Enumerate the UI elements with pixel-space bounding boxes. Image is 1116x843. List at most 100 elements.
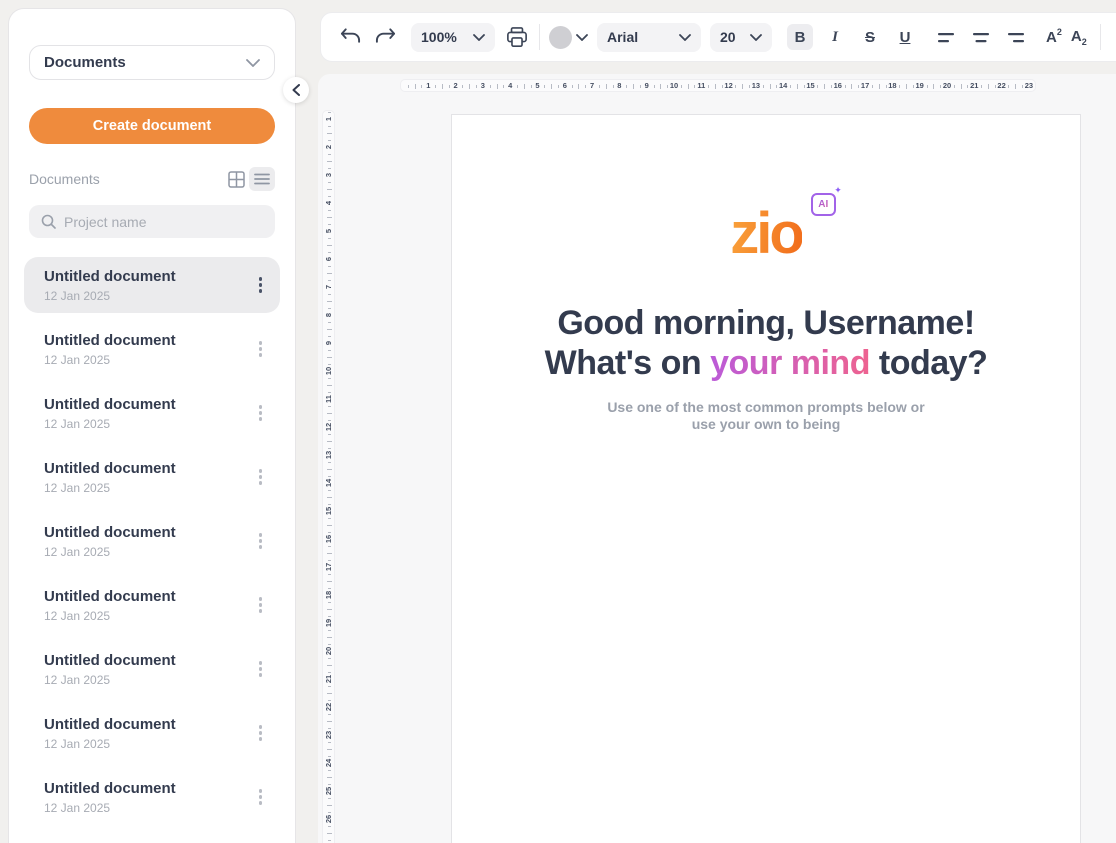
document-title: Untitled document (44, 523, 255, 543)
document-item-texts: Untitled document 12 Jan 2025 (44, 715, 255, 752)
superscript-base: A (1046, 29, 1057, 46)
font-size-select[interactable]: 20 (710, 23, 772, 52)
document-list-item[interactable]: Untitled document 12 Jan 2025 (24, 641, 280, 697)
document-date: 12 Jan 2025 (44, 609, 255, 624)
document-item-texts: Untitled document 12 Jan 2025 (44, 779, 255, 816)
chevron-down-icon (246, 59, 260, 67)
workspace-selector[interactable]: Documents (29, 45, 275, 80)
redo-icon (375, 28, 396, 46)
document-page[interactable]: zio AI ✦ Good morning, Username! What's … (451, 114, 1081, 843)
subscript-sub: 2 (1082, 37, 1087, 47)
undo-button[interactable] (337, 24, 363, 50)
document-date: 12 Jan 2025 (44, 417, 255, 432)
chevron-down-icon (473, 34, 485, 41)
document-date: 12 Jan 2025 (44, 289, 255, 304)
align-center-button[interactable] (968, 24, 994, 50)
document-title: Untitled document (44, 459, 255, 479)
sidebar-collapse-button[interactable] (283, 77, 309, 103)
document-menu-button[interactable] (255, 785, 267, 809)
sidebar: Documents Create document Documents Unti… (8, 8, 296, 843)
superscript-exp: 2 (1057, 27, 1062, 37)
zio-logo-text: zio (730, 201, 802, 266)
document-list-item[interactable]: Untitled document 12 Jan 2025 (24, 257, 280, 313)
document-menu-button[interactable] (255, 529, 267, 553)
document-list-item[interactable]: Untitled document 12 Jan 2025 (24, 385, 280, 441)
greeting-line2: What's on your mind today? (545, 343, 988, 383)
grid-view-icon (228, 171, 245, 188)
document-item-texts: Untitled document 12 Jan 2025 (44, 587, 255, 624)
color-swatch (549, 26, 572, 49)
chevron-left-icon (292, 84, 300, 96)
greeting-subtitle: Use one of the most common prompts below… (607, 399, 924, 433)
document-title: Untitled document (44, 779, 255, 799)
align-center-icon (972, 31, 990, 44)
document-title: Untitled document (44, 587, 255, 607)
toolbar-divider (539, 24, 540, 50)
document-title: Untitled document (44, 267, 255, 287)
chevron-down-icon (750, 34, 762, 41)
document-menu-button[interactable] (255, 273, 267, 297)
list-view-icon (254, 173, 270, 185)
grid-view-button[interactable] (223, 167, 249, 191)
document-date: 12 Jan 2025 (44, 353, 255, 368)
subtitle-line1: Use one of the most common prompts below… (607, 399, 924, 416)
search-input[interactable] (64, 214, 263, 230)
document-item-texts: Untitled document 12 Jan 2025 (44, 523, 255, 560)
horizontal-ruler: 1234567891011121314151617181920212223 (400, 79, 1036, 92)
chevron-down-icon (576, 34, 588, 41)
document-menu-button[interactable] (255, 337, 267, 361)
document-list-item[interactable]: Untitled document 12 Jan 2025 (24, 513, 280, 569)
document-menu-button[interactable] (255, 721, 267, 745)
document-date: 12 Jan 2025 (44, 545, 255, 560)
list-view-button[interactable] (249, 167, 275, 191)
greeting-heading: Good morning, Username! What's on your m… (545, 303, 988, 383)
document-menu-button[interactable] (255, 465, 267, 489)
document-item-texts: Untitled document 12 Jan 2025 (44, 459, 255, 496)
font-family-value: Arial (607, 29, 638, 45)
superscript-button[interactable]: A2 (1046, 29, 1062, 46)
document-list-item[interactable]: Untitled document 12 Jan 2025 (24, 321, 280, 377)
align-left-icon (937, 31, 955, 44)
toolbar-divider (1100, 24, 1101, 50)
align-left-button[interactable] (933, 24, 959, 50)
document-title: Untitled document (44, 651, 255, 671)
subtitle-line2: use your own to being (607, 416, 924, 433)
underline-button[interactable]: U (892, 24, 918, 50)
document-list-item[interactable]: Untitled document 12 Jan 2025 (24, 769, 280, 825)
zoom-select[interactable]: 100% (411, 23, 495, 52)
subscript-base: A (1071, 28, 1082, 45)
document-list-item[interactable]: Untitled document 12 Jan 2025 (24, 705, 280, 761)
strikethrough-button[interactable]: S (857, 24, 883, 50)
subscript-button[interactable]: A2 (1071, 28, 1087, 47)
page-content: zio AI ✦ Good morning, Username! What's … (452, 115, 1080, 433)
document-date: 12 Jan 2025 (44, 481, 255, 496)
font-family-select[interactable]: Arial (597, 23, 701, 52)
italic-button[interactable]: I (822, 24, 848, 50)
sparkle-icon: ✦ (834, 185, 842, 196)
documents-section-header: Documents (29, 167, 275, 191)
create-document-button[interactable]: Create document (29, 108, 275, 144)
document-menu-button[interactable] (255, 657, 267, 681)
bold-button[interactable]: B (787, 24, 813, 50)
greeting-line2-highlight: your mind (710, 344, 870, 382)
align-right-button[interactable] (1003, 24, 1029, 50)
print-button[interactable] (504, 24, 530, 50)
document-title: Untitled document (44, 395, 255, 415)
redo-button[interactable] (372, 24, 398, 50)
font-size-value: 20 (720, 29, 736, 45)
document-menu-button[interactable] (255, 593, 267, 617)
editor-canvas: 1234567891011121314151617181920212223 12… (318, 74, 1116, 843)
document-date: 12 Jan 2025 (44, 673, 255, 688)
document-list-item[interactable]: Untitled document 12 Jan 2025 (24, 449, 280, 505)
greeting-line1: Good morning, Username! (545, 303, 988, 343)
document-date: 12 Jan 2025 (44, 737, 255, 752)
document-search (29, 205, 275, 238)
document-title: Untitled document (44, 331, 255, 351)
ai-badge: AI (811, 193, 836, 216)
document-menu-button[interactable] (255, 401, 267, 425)
document-item-texts: Untitled document 12 Jan 2025 (44, 395, 255, 432)
search-icon (41, 214, 56, 229)
document-list-item[interactable]: Untitled document 12 Jan 2025 (24, 577, 280, 633)
text-color-picker[interactable] (549, 26, 588, 49)
document-item-texts: Untitled document 12 Jan 2025 (44, 267, 255, 304)
